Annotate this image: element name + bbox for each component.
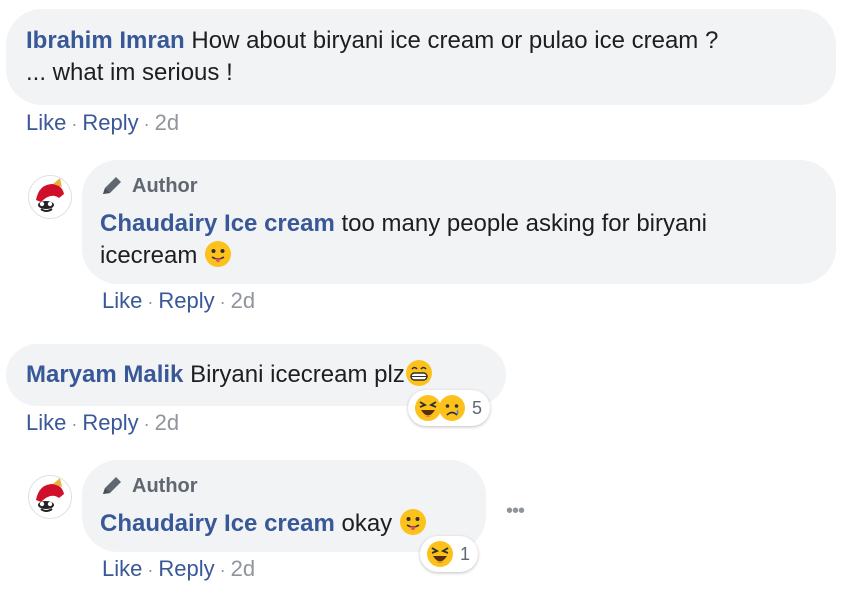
author-label: Author: [132, 174, 198, 197]
laugh-reaction-icon: [427, 541, 453, 567]
reply-text: Chaudairy Ice cream okay: [100, 508, 486, 540]
brand-logo-icon: [29, 476, 71, 518]
author-label: Author: [132, 474, 198, 497]
tongue-face-emoji: [205, 241, 232, 267]
author-badge: Author: [100, 472, 486, 500]
author-badge: Author: [100, 172, 836, 200]
like-link[interactable]: Like: [26, 410, 66, 435]
timestamp[interactable]: 2d: [231, 288, 255, 313]
comment-line-2: ... what im serious !: [26, 59, 233, 86]
comment-actions: Like · Reply · 2d: [26, 110, 180, 135]
like-link[interactable]: Like: [102, 288, 142, 313]
reply-link[interactable]: Reply: [158, 288, 214, 313]
pencil-icon: [103, 177, 121, 194]
reply-link[interactable]: Reply: [82, 110, 138, 135]
like-link[interactable]: Like: [102, 556, 142, 581]
reply-actions: Like · Reply · 2d: [102, 556, 256, 581]
sad-reaction-icon: [439, 395, 465, 421]
reaction-count: 1: [460, 543, 471, 564]
reply-link[interactable]: Reply: [82, 410, 138, 435]
commenter-name[interactable]: Ibrahim Imran: [26, 27, 185, 54]
avatar[interactable]: [28, 175, 72, 219]
commenter-name[interactable]: Chaudairy Ice cream: [100, 210, 335, 237]
grin-emoji: [405, 360, 432, 386]
comment-text: Maryam Malik Biryani icecream plz: [26, 359, 506, 391]
like-link[interactable]: Like: [26, 110, 66, 135]
more-options-icon[interactable]: •••: [506, 500, 525, 523]
comment-actions: Like · Reply · 2d: [26, 410, 180, 435]
reply-actions: Like · Reply · 2d: [102, 288, 256, 313]
timestamp[interactable]: 2d: [231, 556, 255, 581]
reply-bubble: Author Chaudairy Ice cream too many peop…: [82, 160, 836, 284]
reaction-count: 5: [472, 397, 483, 418]
reply-text: Chaudairy Ice cream too many people aski…: [100, 208, 836, 272]
pencil-icon: [103, 477, 121, 494]
comment-body: okay: [341, 510, 393, 537]
timestamp[interactable]: 2d: [155, 110, 179, 135]
comment-line-1: How about biryani ice cream or pulao ice…: [191, 27, 719, 54]
comment-line-2: icecream: [100, 242, 198, 269]
reply-link[interactable]: Reply: [158, 556, 214, 581]
commenter-name[interactable]: Maryam Malik: [26, 361, 183, 388]
commenter-name[interactable]: Chaudairy Ice cream: [100, 510, 335, 537]
comment-text: Ibrahim Imran How about biryani ice crea…: [26, 25, 836, 89]
reply-bubble: Author Chaudairy Ice cream okay: [82, 460, 486, 552]
reaction-summary[interactable]: 5: [408, 390, 491, 426]
avatar[interactable]: [28, 475, 72, 519]
reaction-summary[interactable]: 1: [420, 536, 479, 572]
comment-bubble: Ibrahim Imran How about biryani ice crea…: [6, 9, 836, 105]
brand-logo-icon: [29, 176, 71, 218]
comment-line-1: too many people asking for biryani: [341, 210, 708, 237]
tongue-face-emoji: [399, 509, 426, 535]
timestamp[interactable]: 2d: [155, 410, 179, 435]
comment-body: Biryani icecream plz: [190, 361, 405, 388]
